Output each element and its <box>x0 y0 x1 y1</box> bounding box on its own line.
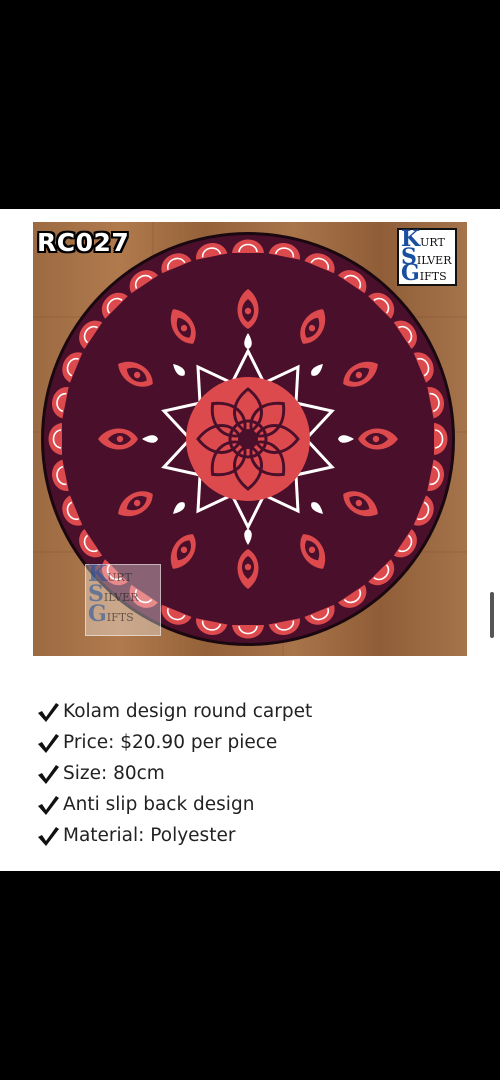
checkmark-icon <box>38 764 59 784</box>
feature-text: Size: 80cm <box>63 763 165 784</box>
logo-text-line-2: ILVER <box>416 254 452 267</box>
checkmark-icon <box>38 795 59 815</box>
logo-text-line-3: IFTS <box>419 270 447 283</box>
watermark-text-line-3: IFTS <box>106 611 134 624</box>
feature-list: Kolam design round carpet Price: $20.90 … <box>36 696 476 851</box>
brand-logo: KURT SILVER GIFTS <box>397 228 457 286</box>
checkmark-icon <box>38 826 59 846</box>
product-code-label: RC027 <box>37 228 130 257</box>
brand-watermark: KURT SILVER GIFTS <box>85 563 161 636</box>
feature-text: Anti slip back design <box>63 794 255 815</box>
checkmark-icon <box>38 702 59 722</box>
feature-item: Size: 80cm <box>36 758 476 789</box>
feature-item: Kolam design round carpet <box>36 696 476 727</box>
top-black-bar <box>0 0 500 209</box>
feature-item: Material: Polyester <box>36 820 476 851</box>
feature-item: Price: $20.90 per piece <box>36 727 476 758</box>
scrollbar-thumb[interactable] <box>490 592 494 638</box>
post-content: RC027 KURT SILVER GIFTS KURT SILVER GIFT… <box>0 209 500 871</box>
feature-item: Anti slip back design <box>36 789 476 820</box>
checkmark-icon <box>38 733 59 753</box>
feature-text: Kolam design round carpet <box>63 701 313 722</box>
watermark-text-line-1: URT <box>107 571 132 584</box>
logo-text-line-1: URT <box>420 236 445 249</box>
watermark-text-line-2: ILVER <box>103 591 139 604</box>
feature-text: Material: Polyester <box>63 825 236 846</box>
feature-text: Price: $20.90 per piece <box>63 732 278 753</box>
bottom-black-bar <box>0 871 500 1080</box>
product-image[interactable]: RC027 KURT SILVER GIFTS KURT SILVER GIFT… <box>33 222 467 656</box>
